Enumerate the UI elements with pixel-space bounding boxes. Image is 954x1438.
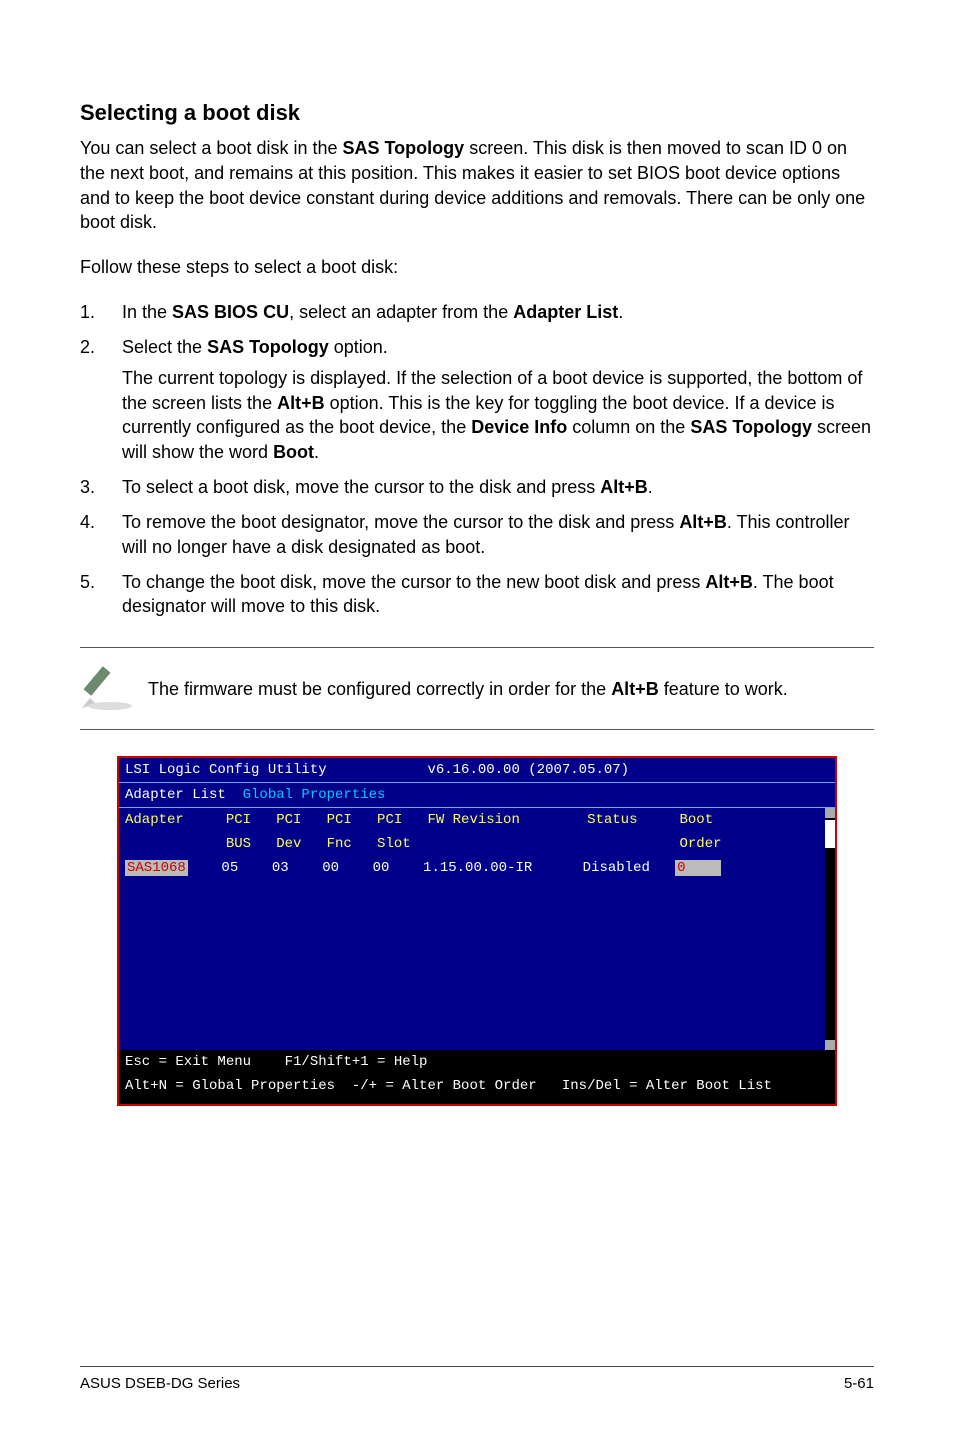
footer-left: ASUS DSEB-DG Series: [80, 1375, 240, 1392]
crumb-adapter-list[interactable]: Adapter List: [125, 787, 234, 803]
adapter-row-values: 05 03 00 00 1.15.00.00-IR Disabled: [188, 860, 675, 876]
note-callout: The firmware must be configured correctl…: [80, 647, 874, 730]
step-2: 2. Select the SAS Topology option. The c…: [80, 335, 874, 465]
step-text: To remove the boot designator, move the …: [122, 510, 874, 560]
scroll-up-icon[interactable]: [825, 808, 835, 818]
table-row[interactable]: SAS1068 05 03 00 00 1.15.00.00-IR Disabl…: [119, 856, 835, 880]
table-header-row-2: BUS Dev Fnc Slot Order: [119, 832, 835, 856]
boot-order-cell[interactable]: 0: [675, 860, 721, 876]
crumb-global-properties[interactable]: Global Properties: [234, 787, 385, 803]
page-footer: ASUS DSEB-DG Series 5-61: [80, 1366, 874, 1392]
step-number: 5.: [80, 570, 122, 620]
step-text: To change the boot disk, move the cursor…: [122, 570, 874, 620]
step-number: 2.: [80, 335, 122, 465]
terminal-footer-line-2: Alt+N = Global Properties -/+ = Alter Bo…: [119, 1074, 835, 1098]
terminal-empty-area: [119, 880, 835, 1050]
step-number: 4.: [80, 510, 122, 560]
step-4: 4. To remove the boot designator, move t…: [80, 510, 874, 560]
step-text: In the SAS BIOS CU, select an adapter fr…: [122, 300, 874, 325]
note-text: The firmware must be configured correctl…: [144, 677, 874, 701]
footer-page-number: 5-61: [844, 1375, 874, 1392]
adapter-selected-cell[interactable]: SAS1068: [125, 860, 188, 876]
intro-text-a: You can select a boot disk in the: [80, 138, 343, 158]
follow-steps-text: Follow these steps to select a boot disk…: [80, 255, 874, 280]
bios-terminal: LSI Logic Config Utility v6.16.00.00 (20…: [117, 756, 837, 1106]
steps-list: 1. In the SAS BIOS CU, select an adapter…: [80, 300, 874, 619]
scroll-thumb[interactable]: [825, 820, 835, 848]
intro-bold-1: SAS Topology: [343, 138, 465, 158]
section-heading: Selecting a boot disk: [80, 100, 874, 126]
pencil-note-icon: [80, 658, 144, 719]
step-number: 3.: [80, 475, 122, 500]
table-header-row-1: Adapter PCI PCI PCI PCI FW Revision Stat…: [119, 808, 835, 832]
terminal-title: LSI Logic Config Utility v6.16.00.00 (20…: [119, 758, 835, 783]
terminal-footer-line-1: Esc = Exit Menu F1/Shift+1 = Help: [119, 1050, 835, 1074]
step-text: To select a boot disk, move the cursor t…: [122, 475, 874, 500]
step-1: 1. In the SAS BIOS CU, select an adapter…: [80, 300, 874, 325]
step-text: Select the SAS Topology option. The curr…: [122, 335, 874, 465]
step-5: 5. To change the boot disk, move the cur…: [80, 570, 874, 620]
scroll-down-icon[interactable]: [825, 1040, 835, 1050]
divider: [80, 729, 874, 730]
intro-paragraph: You can select a boot disk in the SAS To…: [80, 136, 874, 235]
scrollbar[interactable]: [825, 808, 835, 1050]
step-3: 3. To select a boot disk, move the curso…: [80, 475, 874, 500]
step-sub-text: The current topology is displayed. If th…: [122, 366, 874, 465]
terminal-breadcrumb: Adapter List Global Properties: [119, 783, 835, 808]
step-number: 1.: [80, 300, 122, 325]
